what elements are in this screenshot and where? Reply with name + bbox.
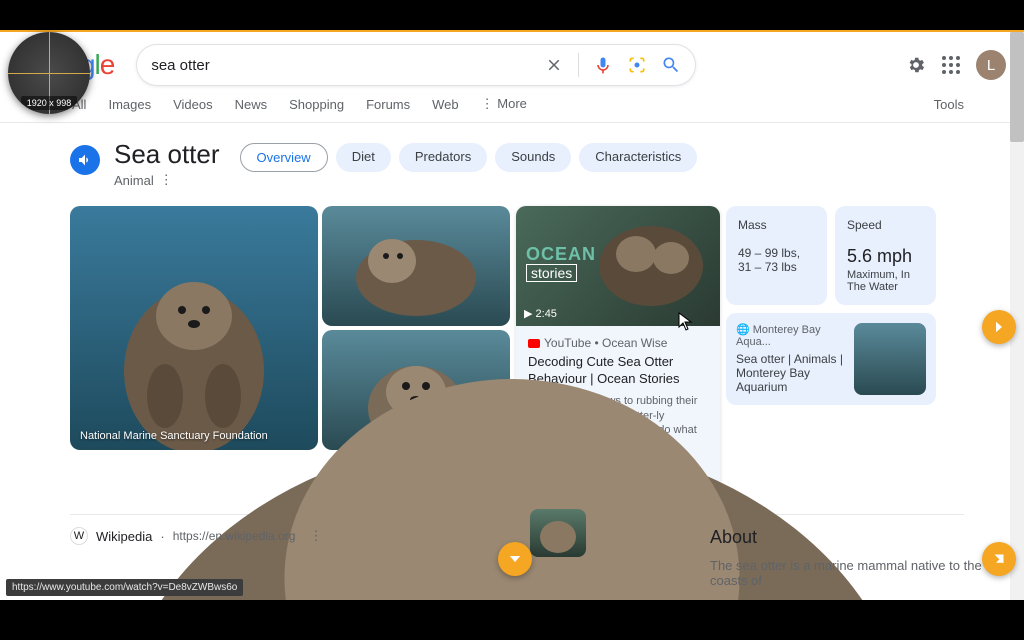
tab-shopping[interactable]: Shopping [289, 97, 344, 112]
related-image [854, 323, 926, 395]
tab-web[interactable]: Web [432, 97, 459, 112]
wikipedia-icon: W [70, 527, 88, 545]
tab-more[interactable]: ⋮ More [481, 96, 527, 112]
status-bar-url: https://www.youtube.com/watch?v=De8vZWBw… [6, 579, 243, 596]
result-thumb [530, 509, 586, 557]
tab-videos[interactable]: Videos [173, 97, 213, 112]
tab-images[interactable]: Images [108, 97, 151, 112]
search-header: Google L [0, 32, 1024, 86]
separator [578, 53, 579, 77]
screenshot-tool-overlay: 1920 x 998 [8, 32, 90, 114]
nav-arrow-down[interactable] [498, 542, 532, 576]
page-viewport: Google L All Images Videos News Shopping… [0, 32, 1024, 602]
search-icon[interactable] [661, 55, 681, 75]
apps-icon[interactable] [942, 56, 960, 74]
search-bar[interactable] [136, 44, 696, 86]
about-heading: About [710, 527, 1000, 548]
tab-news[interactable]: News [235, 97, 268, 112]
tools-button[interactable]: Tools [934, 97, 964, 112]
result-url: https://en.wikipedia.org [173, 529, 296, 543]
image-search-icon[interactable] [627, 55, 647, 75]
voice-search-icon[interactable] [593, 55, 613, 75]
letterbox-bottom [0, 600, 1024, 640]
account-avatar[interactable]: L [976, 50, 1006, 80]
result-menu-icon[interactable]: ⋮ [309, 528, 322, 544]
about-description: The sea otter is a marine mammal native … [710, 558, 1000, 588]
nav-tabs: All Images Videos News Shopping Forums W… [0, 86, 1024, 123]
screenshot-dimensions: 1920 x 998 [21, 96, 78, 110]
knowledge-panel: Sea otter Animal⋮ Overview Diet Predator… [0, 123, 1024, 545]
search-input[interactable] [151, 57, 544, 74]
tab-forums[interactable]: Forums [366, 97, 410, 112]
clear-icon[interactable] [544, 55, 564, 75]
letterbox-top [0, 0, 1024, 30]
related-card[interactable]: 🌐 Monterey Bay Aqua... Sea otter | Anima… [726, 313, 936, 405]
result-site: Wikipedia [96, 529, 152, 544]
mouse-cursor [678, 312, 694, 337]
settings-icon[interactable] [906, 55, 926, 75]
nav-arrow-diag[interactable] [982, 542, 1016, 576]
nav-arrow-right[interactable] [982, 310, 1016, 344]
